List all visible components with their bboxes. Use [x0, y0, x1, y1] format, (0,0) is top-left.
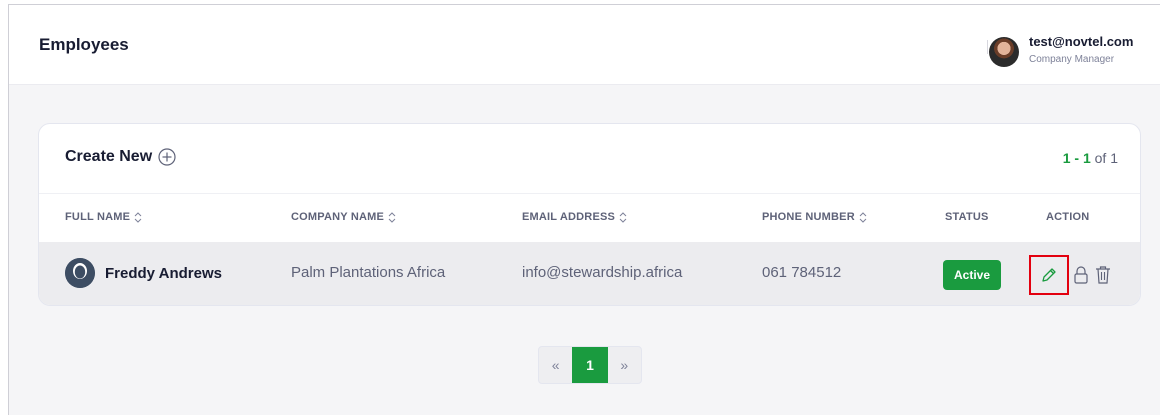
table-row[interactable]: Freddy Andrews Palm Plantations Africa i…	[39, 242, 1140, 305]
sort-icon[interactable]	[619, 211, 627, 223]
cell-company-name: Palm Plantations Africa	[291, 264, 446, 281]
column-status: STATUS	[945, 211, 989, 223]
column-full-name[interactable]: FULL NAME	[65, 211, 142, 223]
header-divider	[987, 40, 988, 54]
edit-button[interactable]	[1029, 255, 1069, 295]
employees-card: Create New 1 - 1 of 1 FULL NAME COMPANY …	[38, 123, 1141, 306]
pager-info: 1 - 1 of 1	[1063, 150, 1118, 166]
plus-circle-icon[interactable]	[158, 148, 176, 166]
user-email: test@novtel.com	[1029, 34, 1134, 49]
sort-icon[interactable]	[134, 211, 142, 223]
cell-email: info@stewardship.africa	[522, 264, 683, 281]
status-badge: Active	[943, 260, 1001, 290]
pencil-icon[interactable]	[1040, 266, 1058, 284]
pagination-next[interactable]: »	[608, 347, 641, 383]
pager-range: 1 - 1	[1062, 150, 1091, 166]
pagination-prev[interactable]: «	[539, 347, 572, 383]
column-company-name[interactable]: COMPANY NAME	[291, 211, 396, 223]
sort-icon[interactable]	[859, 211, 867, 223]
create-new-button[interactable]: Create New	[65, 148, 176, 166]
sort-icon[interactable]	[388, 211, 396, 223]
top-header: Employees test@novtel.com Company Manage…	[9, 5, 1160, 85]
card-header: Create New 1 - 1 of 1	[39, 124, 1140, 194]
column-label: EMAIL ADDRESS	[522, 211, 616, 223]
column-action: ACTION	[1046, 211, 1090, 223]
pagination-page-1[interactable]: 1	[572, 347, 608, 383]
user-avatar-icon[interactable]	[989, 37, 1019, 67]
column-email-address[interactable]: EMAIL ADDRESS	[522, 211, 627, 223]
pagination: « 1 »	[538, 346, 642, 384]
row-actions	[1029, 255, 1119, 295]
column-label: PHONE NUMBER	[762, 211, 855, 223]
page-title: Employees	[39, 35, 129, 54]
full-name-text: Freddy Andrews	[105, 264, 222, 282]
cell-full-name: Freddy Andrews	[65, 258, 222, 288]
pager-total: of 1	[1094, 150, 1118, 166]
lock-icon[interactable]	[1073, 266, 1089, 284]
column-label: COMPANY NAME	[291, 211, 385, 223]
app-frame: Employees test@novtel.com Company Manage…	[8, 4, 1160, 415]
user-menu[interactable]: test@novtel.com Company Manager	[987, 32, 1157, 72]
column-phone-number[interactable]: PHONE NUMBER	[762, 211, 867, 223]
create-new-label: Create New	[65, 148, 153, 165]
cell-phone: 061 784512	[762, 264, 842, 281]
column-label: FULL NAME	[65, 211, 131, 223]
user-role: Company Manager	[1029, 54, 1115, 65]
person-icon	[65, 258, 95, 288]
table-header: FULL NAME COMPANY NAME EMAIL ADDRESS PHO…	[39, 194, 1140, 242]
trash-icon[interactable]	[1095, 265, 1111, 284]
